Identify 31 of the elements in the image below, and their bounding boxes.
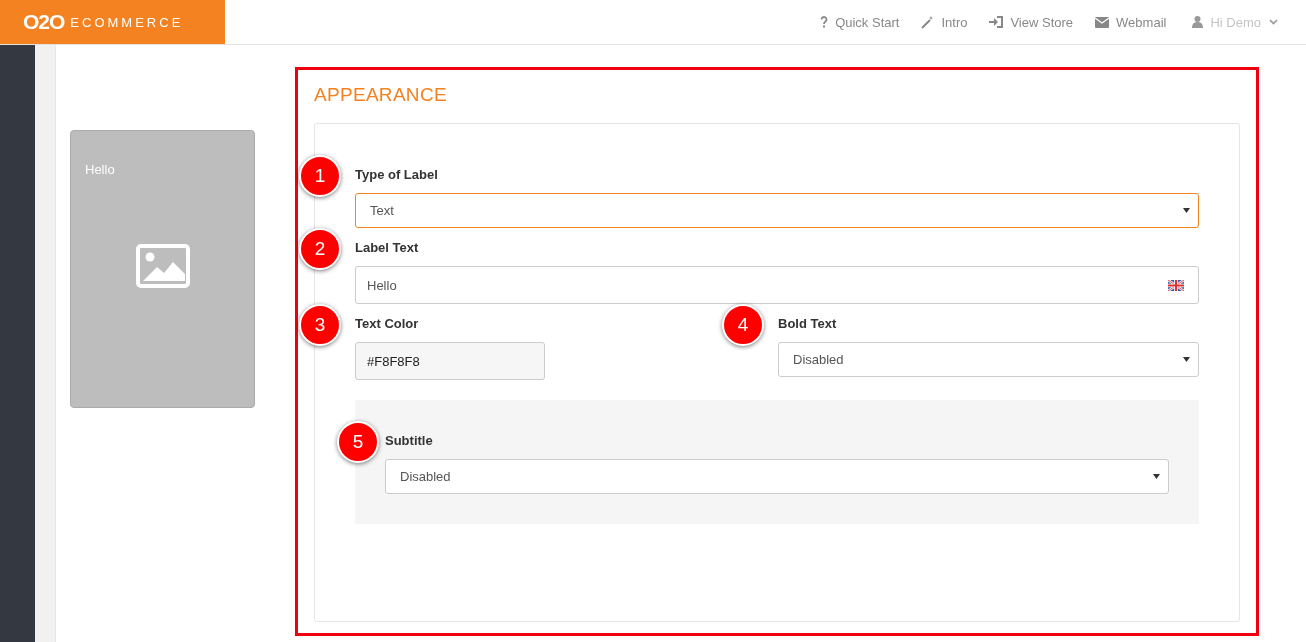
field-label: Label Text [355,240,420,255]
dropdown[interactable]: Disabled [778,342,1199,377]
preview-text: Hello [84,161,116,177]
magic-wand-icon [921,15,935,29]
caret-icon [1183,357,1190,362]
field-label: Type of Label [355,167,439,182]
section-title: APPEARANCE [314,84,448,106]
dropdown[interactable]: Text [355,193,1199,228]
step-badge: 5 [337,421,379,463]
step-badge: 4 [722,304,764,346]
caret-icon [1153,474,1160,479]
nav-link[interactable]: View Store [989,14,1074,30]
step-badge: 3 [299,304,341,346]
caret-icon [1183,208,1190,213]
nav-link[interactable]: Webmail [1095,14,1167,30]
sign-in-icon [989,16,1004,28]
envelope-icon [1095,16,1110,28]
step-badge: 2 [299,228,341,270]
field-label: Text Color [355,316,420,331]
text-input[interactable]: Hello [355,266,1199,304]
question-icon [820,16,829,28]
dropdown[interactable]: Disabled [385,459,1169,494]
field-label: Bold Text [778,316,838,331]
field-label: Subtitle [385,433,434,448]
step-badge: 1 [299,155,341,197]
color-input[interactable]: #F8F8F8 [355,342,545,380]
user-icon [1192,16,1204,28]
nav-link[interactable]: Intro [921,14,968,30]
logo[interactable]: O2O ECOMMERCE [0,0,225,44]
image-icon [135,244,190,288]
nav-link[interactable]: Quick Start [820,14,900,30]
